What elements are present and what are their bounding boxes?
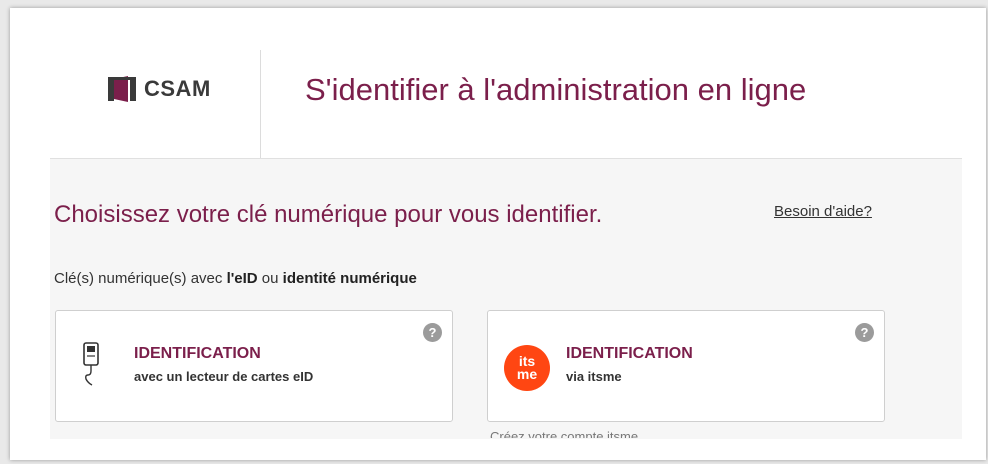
itsme-card[interactable]: its me IDENTIFICATION via itsme ?	[487, 310, 885, 422]
section-label-eid: l'eID	[226, 270, 258, 287]
csam-logo-icon	[108, 76, 136, 102]
csam-logo[interactable]: CSAM	[106, 74, 211, 104]
itsme-card-subtitle: via itsme	[566, 369, 622, 384]
choose-key-heading: Choisissez votre clé numérique pour vous…	[54, 201, 603, 228]
logo-text: CSAM	[144, 76, 211, 101]
main-content: Choisissez votre clé numérique pour vous…	[50, 159, 962, 439]
itsme-logo-line2: me	[516, 366, 538, 382]
page-title: S'identifier à l'administration en ligne	[305, 72, 807, 107]
header: CSAM S'identifier à l'administration en …	[10, 8, 986, 158]
eid-card-subtitle: avec un lecteur de cartes eID	[134, 369, 314, 384]
itsme-card-title: IDENTIFICATION	[566, 345, 693, 362]
section-label-middle: ou	[257, 270, 283, 287]
help-link[interactable]: Besoin d'aide?	[774, 203, 872, 220]
itsme-logo-icon: its me	[504, 345, 550, 391]
section-label: Clé(s) numérique(s) avec l'eID ou identi…	[54, 270, 417, 287]
eid-card-title: IDENTIFICATION	[134, 345, 261, 362]
section-label-digital-identity: identité numérique	[282, 270, 417, 287]
section-label-prefix: Clé(s) numérique(s) avec	[54, 270, 227, 287]
itsme-create-account-link[interactable]: Créez votre compte itsme	[490, 429, 638, 438]
eid-help-icon[interactable]: ?	[423, 323, 442, 342]
header-divider	[260, 50, 261, 158]
page-frame: CSAM S'identifier à l'administration en …	[10, 8, 986, 460]
eid-reader-card[interactable]: IDENTIFICATION avec un lecteur de cartes…	[55, 310, 453, 422]
itsme-help-icon[interactable]: ?	[855, 323, 874, 342]
card-reader-icon	[83, 342, 99, 386]
